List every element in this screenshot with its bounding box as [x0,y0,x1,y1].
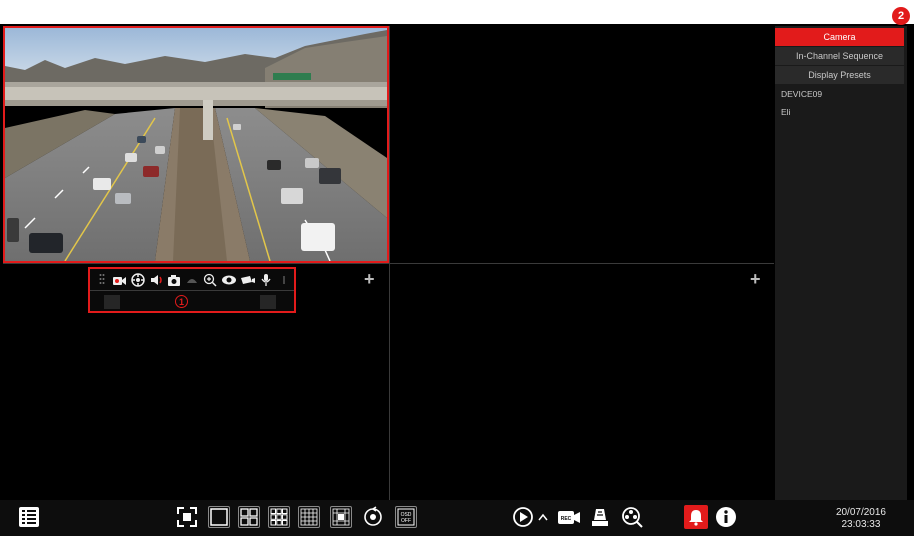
alarm-bell-icon [689,510,703,526]
tab-display-presets[interactable]: Display Presets [775,66,904,84]
svg-text:OFF: OFF [401,518,411,524]
sequence-button[interactable] [362,506,384,528]
layout-4-button[interactable] [238,506,260,528]
menu-icon [19,507,39,527]
tab-camera[interactable]: Camera [775,28,904,46]
info-icon [716,507,736,527]
time-label: 23:03:33 [841,519,881,530]
chevron-up-icon [538,513,548,521]
layout-16-icon [300,508,318,526]
layout-9-button[interactable] [268,506,290,528]
more-icon[interactable] [277,272,292,288]
toolbar-slot [260,295,276,309]
ptz-icon [622,507,643,528]
color-icon[interactable] [185,272,200,288]
record-icon: REC [558,511,580,524]
audio-icon[interactable] [148,272,163,288]
zoom-icon[interactable] [203,272,218,288]
svg-text:REC: REC [561,516,572,522]
ptz-icon[interactable] [130,272,145,288]
layout-1-icon [210,508,228,526]
layout-1-button[interactable] [208,506,230,528]
fullscreen-button[interactable] [176,506,198,528]
channel-2[interactable] [390,26,774,263]
sequence-icon [364,506,382,526]
manual-alarm-icon [592,509,608,526]
taskbar: OSD OFF REC 20/07/2016 23:03:33 [0,500,914,536]
manual-record-button[interactable]: REC [556,506,582,528]
microphone-icon[interactable] [259,272,274,288]
layout-custom-icon [332,508,350,526]
layout-custom-button[interactable] [330,506,352,528]
playback-icon [513,507,533,527]
ptz-button[interactable] [621,506,643,528]
manual-alarm-button[interactable] [589,506,611,528]
toolbar-divider [90,290,294,291]
add-camera-icon[interactable]: + [750,270,761,288]
snapshot-icon[interactable] [166,272,181,288]
toolbar-slot [104,295,120,309]
tab-in-channel-sequence[interactable]: In-Channel Sequence [775,47,904,65]
highway-camera-feed [5,28,387,261]
device-list-item[interactable]: Eli [781,107,790,117]
channel-4[interactable] [390,264,774,500]
playback-button[interactable] [512,506,534,528]
menu-button[interactable] [17,505,41,529]
video-grid [3,26,774,500]
system-clock: 20/07/2016 23:03:33 [836,507,886,531]
channel-1[interactable] [3,26,389,263]
grid-divider-horizontal [3,263,774,264]
info-button[interactable] [715,506,737,528]
layout-4-icon [240,508,258,526]
camera-switch-icon[interactable] [240,272,256,288]
osd-button[interactable]: OSD OFF [395,506,417,528]
device-list-item[interactable]: DEVICE09 [781,89,822,99]
osd-icon: OSDOFF [397,508,415,526]
drag-handle-icon[interactable] [94,272,109,288]
side-panel: Camera In-Channel Sequence Display Prese… [775,26,907,500]
camera-toolbar [88,267,296,313]
fullscreen-icon [177,507,197,527]
layout-9-icon [270,508,288,526]
add-camera-icon[interactable]: + [364,270,375,288]
alarm-button[interactable] [684,505,708,529]
playback-menu-button[interactable] [536,506,550,528]
callout-badge: 2 [892,7,910,25]
date-label: 20/07/2016 [835,507,886,518]
record-icon[interactable] [112,272,127,288]
layout-16-button[interactable] [298,506,320,528]
callout-badge: 1 [175,295,188,308]
live-view-icon[interactable] [221,272,237,288]
